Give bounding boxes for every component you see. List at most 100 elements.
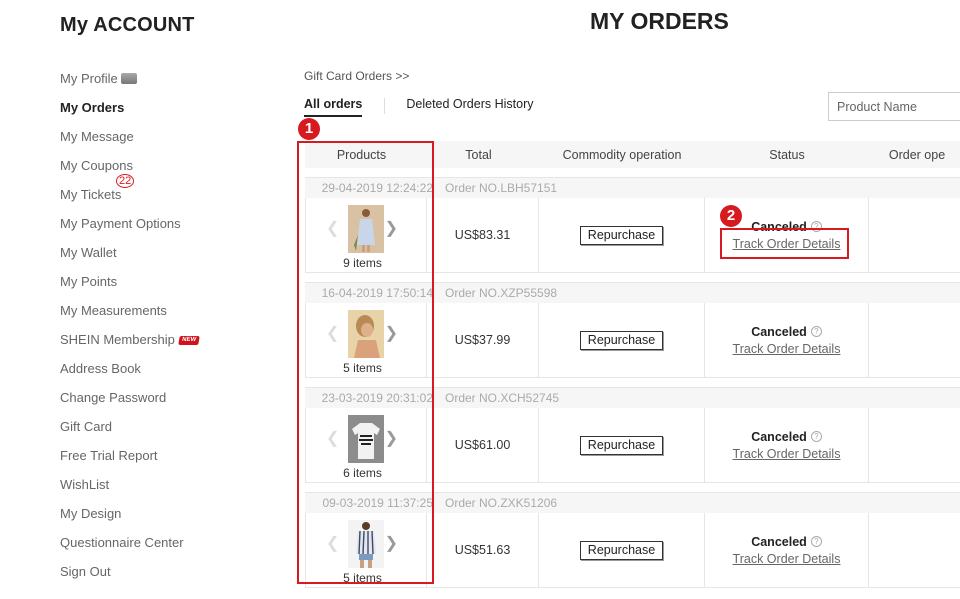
sidebar-item-label: SHEIN Membership <box>60 332 175 347</box>
question-mark-icon[interactable]: ? <box>810 326 822 337</box>
sidebar-item-my-wallet[interactable]: My Wallet <box>60 238 260 267</box>
sidebar-item-my-measurements[interactable]: My Measurements <box>60 296 260 325</box>
repurchase-button[interactable]: Repurchase <box>580 330 663 350</box>
order-row: 23-03-2019 20:31:02 Order NO.XCH52745 ❮ … <box>305 387 960 483</box>
sidebar-item-my-message[interactable]: My Message <box>60 122 260 151</box>
total-value: US$51.63 <box>454 543 511 557</box>
order-total: US$83.31 <box>427 198 539 272</box>
sidebar-item-change-password[interactable]: Change Password <box>60 383 260 412</box>
repurchase-button[interactable]: Repurchase <box>580 435 663 455</box>
sidebar-item-my-coupons[interactable]: My Coupons <box>60 151 260 180</box>
orders-table: Products Total Commodity operation Statu… <box>305 141 960 588</box>
order-body: ❮ ❯ 5 items US$51.63 Repurchase Canceled… <box>305 513 960 588</box>
product-thumbnail[interactable] <box>348 310 384 358</box>
tab-all-orders[interactable]: All orders <box>304 97 363 117</box>
track-order-details-link[interactable]: Track Order Details <box>733 552 841 566</box>
chevron-left-icon[interactable]: ❮ <box>326 533 339 553</box>
column-header-total: Total <box>465 147 492 162</box>
sidebar-item-shein-membership[interactable]: SHEIN Membership NEW <box>60 325 260 354</box>
sidebar-item-label: WishList <box>60 477 110 492</box>
track-order-details-link[interactable]: Track Order Details <box>733 447 841 461</box>
order-body: ❮ ❯ 6 items US$61.00 Repurchase Canceled… <box>305 408 960 483</box>
column-header-order-operation: Order ope <box>888 147 946 162</box>
track-order-details-link[interactable]: Track Order Details <box>733 237 841 251</box>
column-header-commodity-operation: Commodity operation <box>562 147 682 162</box>
product-thumbnail[interactable] <box>348 415 384 463</box>
items-count: 9 items <box>343 256 382 270</box>
status-cell: Canceled? Track Order Details <box>705 303 869 377</box>
page-title: MY ORDERS <box>590 8 729 34</box>
account-title: My ACCOUNT <box>60 14 195 36</box>
order-total: US$61.00 <box>427 408 539 482</box>
order-row: 09-03-2019 11:37:25 Order NO.ZXK51206 ❮ … <box>305 492 960 588</box>
items-count: 5 items <box>343 571 382 585</box>
status-cell: Canceled? Track Order Details <box>705 513 869 587</box>
sidebar-item-free-trial-report[interactable]: Free Trial Report <box>60 441 260 470</box>
tab-deleted-orders-history[interactable]: Deleted Orders History <box>406 97 533 115</box>
status-label: Canceled <box>751 219 807 234</box>
sidebar-item-label: Free Trial Report <box>60 448 158 463</box>
sidebar-item-my-tickets[interactable]: My Tickets 22 <box>60 174 260 209</box>
sidebar-item-my-orders[interactable]: My Orders <box>60 93 260 122</box>
order-status: Canceled? <box>751 535 822 549</box>
sidebar-item-label: My Measurements <box>60 303 167 318</box>
repurchase-button[interactable]: Repurchase <box>580 225 663 245</box>
order-operation-cell <box>869 303 960 377</box>
sidebar-item-my-payment-options[interactable]: My Payment Options <box>60 209 260 238</box>
question-mark-icon[interactable]: ? <box>810 536 822 547</box>
order-number: Order NO.XCH52745 <box>445 391 560 405</box>
sidebar-item-gift-card[interactable]: Gift Card <box>60 412 260 441</box>
product-thumbnail[interactable] <box>348 520 384 568</box>
column-header-status: Status <box>769 147 805 162</box>
gift-card-orders-link[interactable]: Gift Card Orders >> <box>304 69 409 83</box>
order-status: Canceled? <box>751 430 822 444</box>
chevron-right-icon[interactable]: ❯ <box>385 428 398 448</box>
order-status: Canceled? <box>751 325 822 339</box>
question-mark-icon[interactable]: ? <box>810 221 822 232</box>
chevron-right-icon[interactable]: ❯ <box>385 218 398 238</box>
account-sidebar: My Profile My Orders My Message My Coupo… <box>60 64 260 586</box>
chevron-left-icon[interactable]: ❮ <box>326 218 339 238</box>
sidebar-item-address-book[interactable]: Address Book <box>60 354 260 383</box>
sidebar-item-label: My Profile <box>60 71 118 86</box>
sidebar-item-my-profile[interactable]: My Profile <box>60 64 260 93</box>
sidebar-item-sign-out[interactable]: Sign Out <box>60 557 260 586</box>
chevron-right-icon[interactable]: ❯ <box>385 323 398 343</box>
product-name-search-input[interactable] <box>828 92 960 121</box>
total-value: US$37.99 <box>454 333 511 347</box>
order-date: 23-03-2019 20:31:02 <box>321 391 433 405</box>
repurchase-button[interactable]: Repurchase <box>580 540 663 560</box>
total-value: US$83.31 <box>454 228 511 242</box>
chevron-left-icon[interactable]: ❮ <box>326 428 339 448</box>
new-badge: NEW <box>178 336 200 346</box>
products-cell: ❮ ❯ 5 items <box>306 303 427 377</box>
product-thumbnail[interactable] <box>348 205 384 253</box>
sidebar-item-label: My Message <box>60 129 134 144</box>
order-number: Order NO.XZP55598 <box>445 286 558 300</box>
annotation-badge-1: 1 <box>298 118 320 140</box>
order-body: ❮ ❯ 9 items US$83.31 Repurchase Canceled… <box>305 198 960 273</box>
order-total: US$51.63 <box>427 513 539 587</box>
products-cell: ❮ ❯ 6 items <box>306 408 427 482</box>
order-row: 16-04-2019 17:50:14 Order NO.XZP55598 ❮ … <box>305 282 960 378</box>
sidebar-item-label: Gift Card <box>60 419 113 434</box>
tab-divider <box>384 98 386 114</box>
commodity-operation-cell: Repurchase <box>539 198 705 272</box>
sidebar-item-label: Sign Out <box>60 564 111 579</box>
commodity-operation-cell: Repurchase <box>539 408 705 482</box>
order-status: Canceled? <box>751 220 822 234</box>
products-cell: ❮ ❯ 9 items <box>306 198 427 272</box>
status-label: Canceled <box>751 324 807 339</box>
chevron-right-icon[interactable]: ❯ <box>385 533 398 553</box>
sidebar-item-questionnaire-center[interactable]: Questionnaire Center <box>60 528 260 557</box>
question-mark-icon[interactable]: ? <box>810 431 822 442</box>
chevron-left-icon[interactable]: ❮ <box>326 323 339 343</box>
sidebar-item-label: My Coupons <box>60 158 133 173</box>
items-count: 6 items <box>343 466 382 480</box>
sidebar-item-wishlist[interactable]: WishList <box>60 470 260 499</box>
track-order-details-link[interactable]: Track Order Details <box>733 342 841 356</box>
sidebar-item-my-design[interactable]: My Design <box>60 499 260 528</box>
sidebar-item-label: My Tickets <box>60 187 122 202</box>
order-total: US$37.99 <box>427 303 539 377</box>
sidebar-item-my-points[interactable]: My Points <box>60 267 260 296</box>
